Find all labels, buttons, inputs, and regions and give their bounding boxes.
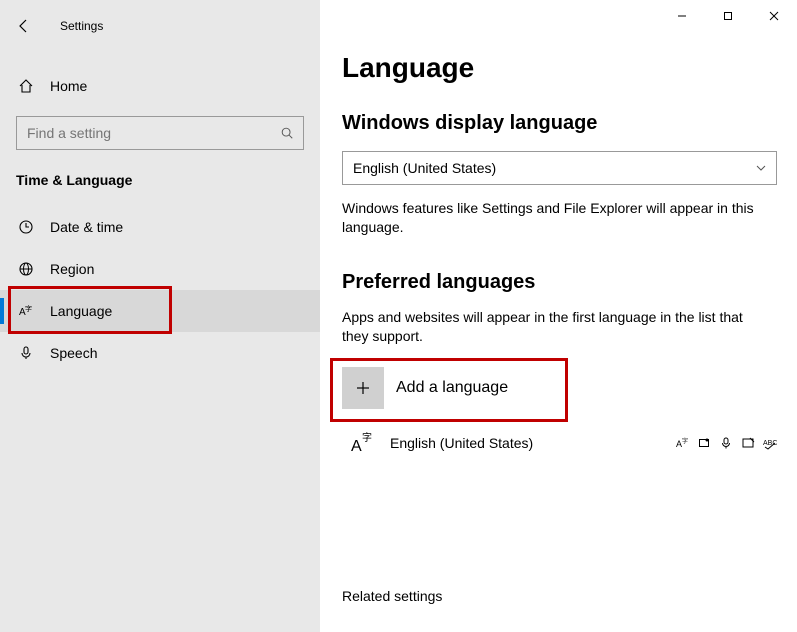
close-button[interactable] bbox=[751, 0, 797, 32]
language-name: English (United States) bbox=[390, 435, 533, 451]
language-icon: A字 bbox=[18, 303, 34, 319]
display-language-desc: Windows features like Settings and File … bbox=[342, 199, 762, 237]
sidebar-item-date-time[interactable]: Date & time bbox=[0, 206, 320, 248]
language-glyph-icon: A字 bbox=[342, 429, 384, 457]
globe-icon bbox=[18, 261, 34, 277]
dropdown-value: English (United States) bbox=[353, 160, 496, 176]
clock-icon bbox=[18, 219, 34, 235]
home-nav[interactable]: Home bbox=[0, 66, 320, 106]
page-title: Language bbox=[342, 52, 777, 84]
add-language-label: Add a language bbox=[396, 379, 508, 397]
preferred-languages-desc: Apps and websites will appear in the fir… bbox=[342, 308, 762, 346]
sidebar-item-label: Date & time bbox=[50, 219, 123, 235]
sidebar-item-label: Language bbox=[50, 303, 112, 319]
display-language-heading: Windows display language bbox=[342, 112, 777, 135]
maximize-button[interactable] bbox=[705, 0, 751, 32]
sidebar-item-region[interactable]: Region bbox=[0, 248, 320, 290]
sidebar-section-header: Time & Language bbox=[16, 172, 320, 188]
plus-icon bbox=[342, 367, 384, 409]
svg-text:字: 字 bbox=[682, 437, 688, 445]
display-language-dropdown[interactable]: English (United States) bbox=[342, 151, 777, 185]
search-icon bbox=[280, 126, 294, 140]
back-button[interactable] bbox=[16, 18, 36, 34]
app-title: Settings bbox=[60, 19, 103, 33]
chevron-down-icon bbox=[756, 163, 766, 173]
svg-text:字: 字 bbox=[25, 304, 32, 313]
home-icon bbox=[18, 78, 34, 94]
search-input[interactable] bbox=[16, 116, 304, 150]
handwriting-icon bbox=[741, 436, 755, 450]
spellcheck-icon: ABC bbox=[763, 436, 777, 450]
microphone-icon bbox=[18, 345, 34, 361]
sidebar-item-language[interactable]: A字 Language bbox=[0, 290, 320, 332]
svg-text:A: A bbox=[351, 438, 362, 455]
preferred-languages-heading: Preferred languages bbox=[342, 271, 777, 294]
svg-text:字: 字 bbox=[362, 431, 372, 444]
related-settings-heading: Related settings bbox=[342, 588, 777, 604]
sidebar-item-label: Speech bbox=[50, 345, 97, 361]
language-item[interactable]: A字 English (United States) A字 ABC bbox=[342, 422, 777, 464]
sidebar-item-label: Region bbox=[50, 261, 94, 277]
text-to-speech-icon bbox=[697, 436, 711, 450]
home-label: Home bbox=[50, 78, 87, 94]
language-feature-icons: A字 ABC bbox=[675, 436, 777, 450]
display-lang-icon: A字 bbox=[675, 436, 689, 450]
minimize-button[interactable] bbox=[659, 0, 705, 32]
speech-icon bbox=[719, 436, 733, 450]
add-language-button[interactable]: Add a language bbox=[342, 360, 562, 416]
sidebar-item-speech[interactable]: Speech bbox=[0, 332, 320, 374]
